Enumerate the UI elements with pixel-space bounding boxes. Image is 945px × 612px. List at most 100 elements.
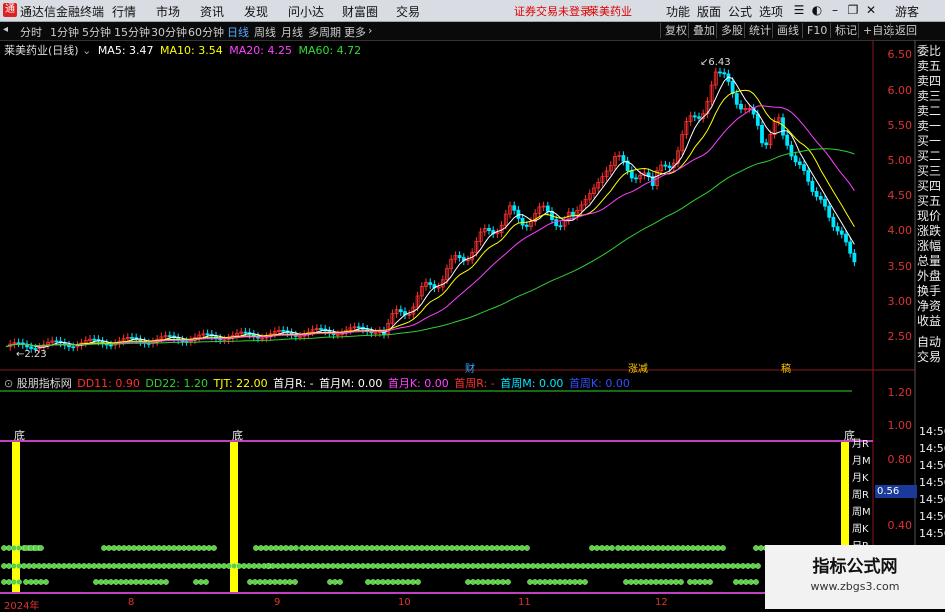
chart-canvas[interactable] [0,40,945,609]
close-icon[interactable]: ✕ [862,2,880,18]
signal-dot [525,563,531,569]
menu-wenxiaoda[interactable]: 问小达 [288,3,324,20]
side-label[interactable]: 总量 [917,254,945,269]
period-weekly[interactable]: 周线 [254,24,276,40]
period-more[interactable]: 更多 [344,24,366,40]
signal-dot [725,563,731,569]
side-label[interactable]: 买五 [917,194,945,209]
tool-back[interactable]: 返回 [890,23,921,38]
candle-body [629,170,634,179]
menu-gongshi[interactable]: 公式 [728,3,752,20]
signal-dot [514,545,520,551]
signal-dot [755,563,761,569]
period-1min[interactable]: 1分钟 [50,24,79,40]
signal-dot [414,545,420,551]
tool-f10[interactable]: F10 [802,23,831,38]
signal-dot [106,545,112,551]
indicator-name[interactable]: 股朋指标网 [17,377,72,390]
side-label[interactable]: 净资 [917,299,945,314]
tool-huaxian[interactable]: 画线 [772,23,803,38]
settings-icon[interactable]: ⊙ [4,377,13,390]
period-30min[interactable]: 30分钟 [151,24,187,40]
account-icon[interactable]: ☰ [790,2,808,18]
menu-faxian[interactable]: 发现 [244,3,268,20]
side-label[interactable]: 买一 [917,134,945,149]
signal-dot [465,563,471,569]
price-tick: 4.50 [887,189,913,202]
period-daily[interactable]: 日线 [227,24,249,40]
side-label[interactable]: 外盘 [917,269,945,284]
signal-dot [118,579,124,585]
period-multi[interactable]: 多周期 [308,24,341,40]
signal-dot [599,545,605,551]
side-label[interactable]: 卖四 [917,74,945,89]
side-label[interactable]: 收益 [917,314,945,329]
tool-tongji[interactable]: 统计 [744,23,775,38]
side-label[interactable]: 自动 [917,335,945,350]
event-tag-announcement[interactable]: 稿 [781,360,791,375]
tool-diejia[interactable]: 叠加 [688,23,719,38]
period-15min[interactable]: 15分钟 [114,24,150,40]
high-price-marker: ↙6.43 [700,57,731,68]
period-60min[interactable]: 60分钟 [188,24,224,40]
menu-hangqing[interactable]: 行情 [112,3,136,20]
signal-dot [695,563,701,569]
signal-dot [653,579,659,585]
event-tag-reduce[interactable]: 涨减 [628,360,648,375]
menu-zixun[interactable]: 资讯 [200,3,224,20]
side-label[interactable]: 卖五 [917,59,945,74]
side-label[interactable]: 涨跌 [917,224,945,239]
tool-fuquan[interactable]: 复权 [660,23,691,38]
signal-dot [374,545,380,551]
trade-login-status[interactable]: 证券交易未登录 [514,3,591,19]
signal-dot [26,563,32,569]
side-label[interactable]: 买四 [917,179,945,194]
back-arrow-icon[interactable]: ◂ [3,24,8,35]
price-tick: 4.00 [887,224,913,237]
minimize-icon[interactable]: – [826,2,844,18]
signal-dot [43,579,49,585]
side-label[interactable]: 卖二 [917,104,945,119]
menu-banmian[interactable]: 版面 [697,3,721,20]
signal-dot [628,579,634,585]
side-label[interactable]: 买三 [917,164,945,179]
candle-body [823,198,827,207]
signal-dot [128,579,134,585]
signal-dot [300,563,306,569]
tool-duogu[interactable]: 多股 [716,23,747,38]
period-fenshi[interactable]: 分时 [20,24,42,40]
menu-jiaoyi[interactable]: 交易 [396,3,420,20]
signal-dot [31,563,37,569]
menu-shichang[interactable]: 市场 [156,3,180,20]
signal-dot [400,579,406,585]
side-label[interactable]: 现价 [917,209,945,224]
signal-dot [23,545,29,551]
signal-dot [360,563,366,569]
signal-dot [290,563,296,569]
signal-dot [434,545,440,551]
skin-icon[interactable]: ◐ [808,2,826,18]
side-label[interactable]: 卖三 [917,89,945,104]
signal-dot [256,563,262,569]
menu-caifuquan[interactable]: 财富圈 [342,3,378,20]
user-label[interactable]: 游客 [895,3,919,20]
signal-dot [532,579,538,585]
tool-biaoji[interactable]: 标记 [830,23,861,38]
signal-dot [582,579,588,585]
signal-dot [385,563,391,569]
menu-gongneng[interactable]: 功能 [666,3,690,20]
side-label[interactable]: 换手 [917,284,945,299]
signal-dot [635,545,641,551]
signal-dot [620,563,626,569]
event-tag-finance[interactable]: 财 [465,360,475,375]
chevron-right-icon[interactable]: › [368,24,372,37]
period-5min[interactable]: 5分钟 [82,24,111,40]
side-label[interactable]: 委比 [917,44,945,59]
side-label[interactable]: 卖一 [917,119,945,134]
side-label[interactable]: 涨幅 [917,239,945,254]
side-label[interactable]: 交易 [917,350,945,365]
menu-xuanxiang[interactable]: 选项 [759,3,783,20]
period-monthly[interactable]: 月线 [281,24,303,40]
side-label[interactable]: 买二 [917,149,945,164]
restore-icon[interactable]: ❐ [844,2,862,18]
